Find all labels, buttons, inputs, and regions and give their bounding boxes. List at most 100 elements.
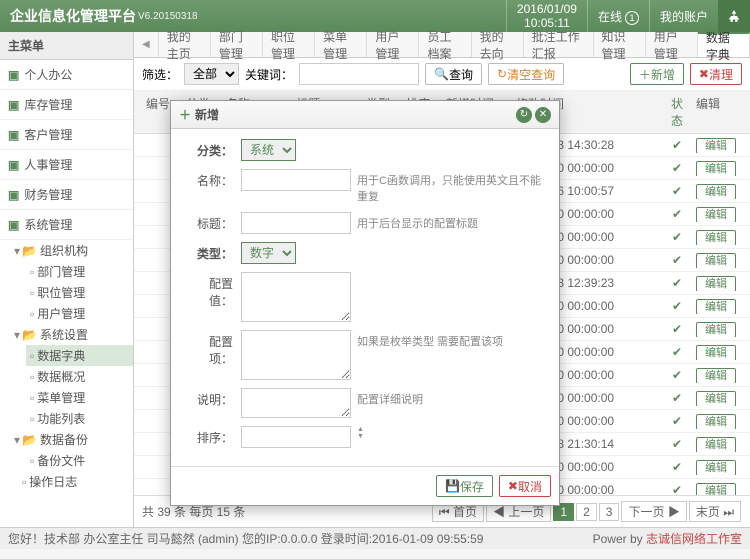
tree-menu[interactable]: ▫菜单管理 xyxy=(26,387,133,408)
edit-button[interactable]: 编辑 xyxy=(696,368,736,383)
select-category[interactable]: 系统 xyxy=(241,139,296,161)
menu-customer[interactable]: ▣客户管理 xyxy=(0,120,133,150)
cancel-button[interactable]: ✖ 取消 xyxy=(499,475,551,497)
header-tree-icon[interactable] xyxy=(718,0,750,32)
save-button[interactable]: 💾 保存 xyxy=(436,475,493,497)
edit-button[interactable]: 编辑 xyxy=(696,391,736,406)
sidebar: 主菜单 ▣个人办公 ▣库存管理 ▣客户管理 ▣人事管理 ▣财务管理 ▣系统管理 … xyxy=(0,32,134,527)
edit-button[interactable]: 编辑 xyxy=(696,184,736,199)
edit-button[interactable]: 编辑 xyxy=(696,276,736,291)
delete-button[interactable]: ✖ 清理 xyxy=(690,63,742,85)
status-check-icon: ✔ xyxy=(662,184,692,198)
folder-icon: 📂 xyxy=(22,328,37,342)
modal-close-icon[interactable]: ✕ xyxy=(535,107,551,123)
menu-inventory[interactable]: ▣库存管理 xyxy=(0,90,133,120)
expand-icon: ▣ xyxy=(8,188,19,202)
tab-bar: ◀ 我的主页 部门管理 职位管理 菜单管理 用户管理 员工档案 我的去向 批注工… xyxy=(134,32,750,58)
tab-prev[interactable]: ◀ xyxy=(134,32,159,57)
spin-up-icon[interactable]: ▲ xyxy=(357,426,364,433)
footer-link[interactable]: 志诚信网络工作室 xyxy=(646,532,742,546)
tree-data[interactable]: ▫数据概况 xyxy=(26,366,133,387)
tab-item[interactable]: 职位管理 xyxy=(263,32,315,57)
hint-desc: 配置详细说明 xyxy=(357,388,423,407)
menu-personal[interactable]: ▣个人办公 xyxy=(0,60,133,90)
keyword-label: 关键词： xyxy=(245,66,293,83)
tree-log[interactable]: ▫操作日志 xyxy=(8,471,133,492)
input-title[interactable] xyxy=(241,212,351,234)
file-icon: ▫ xyxy=(30,349,34,363)
tree-dept[interactable]: ▫部门管理 xyxy=(26,261,133,282)
spin-down-icon[interactable]: ▼ xyxy=(357,433,364,440)
edit-button[interactable]: 编辑 xyxy=(696,437,736,452)
tree-position[interactable]: ▫职位管理 xyxy=(26,282,133,303)
file-icon: ▫ xyxy=(30,286,34,300)
label-sort: 排序： xyxy=(186,426,241,446)
add-button[interactable]: ＋ 新增 xyxy=(630,63,684,85)
pager-page-3[interactable]: 3 xyxy=(599,503,620,521)
tree-org[interactable]: ▾📂组织机构 xyxy=(8,240,133,261)
edit-button[interactable]: 编辑 xyxy=(696,253,736,268)
tab-home[interactable]: 我的主页 xyxy=(159,32,211,57)
tree-collapse-icon: ▾ xyxy=(12,433,22,447)
tab-item[interactable]: 部门管理 xyxy=(211,32,263,57)
tree-dict[interactable]: ▫数据字典 xyxy=(26,345,133,366)
folder-icon: 📂 xyxy=(22,244,37,258)
tree-user[interactable]: ▫用户管理 xyxy=(26,303,133,324)
tree-backup[interactable]: ▾📂数据备份 xyxy=(8,429,133,450)
edit-button[interactable]: 编辑 xyxy=(696,207,736,222)
file-icon: ▫ xyxy=(30,412,34,426)
input-name[interactable] xyxy=(241,169,351,191)
filter-select[interactable]: 全部 xyxy=(184,63,239,85)
tab-item[interactable]: 菜单管理 xyxy=(315,32,367,57)
tab-item[interactable]: 员工档案 xyxy=(419,32,471,57)
edit-button[interactable]: 编辑 xyxy=(696,322,736,337)
status-check-icon: ✔ xyxy=(662,253,692,267)
menu-hr[interactable]: ▣人事管理 xyxy=(0,150,133,180)
file-icon: ▫ xyxy=(30,307,34,321)
tab-item[interactable]: 用户管理 xyxy=(646,32,698,57)
edit-button[interactable]: 编辑 xyxy=(696,345,736,360)
textarea-options[interactable] xyxy=(241,330,351,380)
status-check-icon: ✔ xyxy=(662,138,692,152)
edit-button[interactable]: 编辑 xyxy=(696,414,736,429)
edit-button[interactable]: 编辑 xyxy=(696,299,736,314)
pager-page-2[interactable]: 2 xyxy=(576,503,597,521)
tab-item-active[interactable]: 数据字典 xyxy=(698,32,750,57)
edit-button[interactable]: 编辑 xyxy=(696,230,736,245)
label-title: 标题： xyxy=(186,212,241,232)
menu-finance[interactable]: ▣财务管理 xyxy=(0,180,133,210)
status-check-icon: ✔ xyxy=(662,414,692,428)
edit-button[interactable]: 编辑 xyxy=(696,483,736,495)
status-check-icon: ✔ xyxy=(662,299,692,313)
label-value: 配置值： xyxy=(186,272,241,309)
tree-collapse-icon: ▾ xyxy=(12,328,22,342)
label-type: 类型： xyxy=(186,242,241,262)
pager-last[interactable]: 末页 ⏭ xyxy=(689,501,741,522)
edit-button[interactable]: 编辑 xyxy=(696,161,736,176)
tab-item[interactable]: 批注工作汇报 xyxy=(524,32,594,57)
select-type[interactable]: 数字 xyxy=(241,242,296,264)
tree-settings[interactable]: ▾📂系统设置 xyxy=(8,324,133,345)
textarea-value[interactable] xyxy=(241,272,351,322)
pager-next[interactable]: 下一页 ▶ xyxy=(621,501,686,522)
search-button[interactable]: 🔍 查询 xyxy=(425,63,482,85)
tab-item[interactable]: 我的去向 xyxy=(472,32,524,57)
edit-button[interactable]: 编辑 xyxy=(696,460,736,475)
tree-backup-file[interactable]: ▫备份文件 xyxy=(26,450,133,471)
status-check-icon: ✔ xyxy=(662,230,692,244)
textarea-desc[interactable] xyxy=(241,388,351,418)
menu-system[interactable]: ▣系统管理 xyxy=(0,210,133,240)
tree-func[interactable]: ▫功能列表 xyxy=(26,408,133,429)
modal-refresh-icon[interactable]: ↻ xyxy=(516,107,532,123)
label-category: 分类： xyxy=(186,139,241,159)
keyword-input[interactable] xyxy=(299,63,419,85)
input-sort[interactable] xyxy=(241,426,351,448)
footer-status: 您好！技术部 办公室主任 司马懿然 (admin) 您的IP:0.0.0.0 登… xyxy=(8,530,483,547)
clear-button[interactable]: ↻ 清空查询 xyxy=(488,63,564,85)
status-check-icon: ✔ xyxy=(662,276,692,290)
label-desc: 说明： xyxy=(186,388,241,408)
edit-button[interactable]: 编辑 xyxy=(696,138,736,153)
label-name: 名称： xyxy=(186,169,241,189)
tab-item[interactable]: 知识管理 xyxy=(594,32,646,57)
tab-item[interactable]: 用户管理 xyxy=(367,32,419,57)
